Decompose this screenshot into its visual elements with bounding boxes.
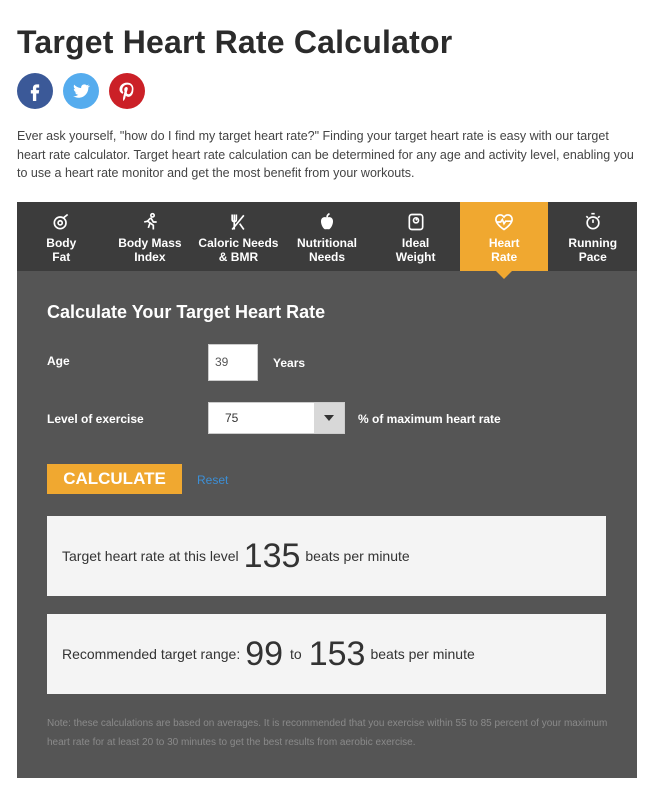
tab-label-line2: Weight [395, 250, 436, 264]
runner-icon [139, 211, 161, 233]
fork-knife-icon [227, 211, 249, 233]
calculator-tabs: Body Fat Body Mass Index Caloric Needs &… [17, 202, 637, 279]
disclaimer-note: Note: these calculations are based on av… [47, 718, 608, 748]
tab-label-line2: & BMR [218, 250, 259, 264]
form-heading: Calculate Your Target Heart Rate [47, 302, 326, 322]
target-range-high: 153 [308, 634, 366, 673]
pinterest-icon [119, 82, 134, 101]
tab-label-line1: Running [568, 236, 618, 250]
tab-label-line1: Ideal [401, 236, 430, 250]
tab-running-pace[interactable]: Running Pace [548, 202, 637, 271]
exercise-level-label: Level of exercise [47, 412, 144, 426]
tab-label-line1: Nutritional [297, 236, 358, 250]
social-share-bar [17, 73, 145, 109]
tab-label-line2: Rate [491, 250, 518, 264]
stopwatch-icon [582, 211, 604, 233]
twitter-icon [73, 84, 91, 98]
target-rate-result: Target heart rate at this level 135 beat… [47, 516, 606, 596]
target-rate-suffix: beats per minute [305, 548, 410, 564]
exercise-level-select[interactable]: 75 [208, 402, 345, 434]
tape-measure-icon [50, 211, 72, 233]
tab-label-line1: Heart [488, 236, 520, 250]
twitter-share-button[interactable] [63, 73, 99, 109]
target-range-result: Recommended target range: 99 to 153 beat… [47, 614, 606, 694]
tab-body-fat[interactable]: Body Fat [17, 202, 106, 271]
tab-ideal-weight[interactable]: Ideal Weight [371, 202, 460, 271]
target-range-suffix: beats per minute [370, 646, 475, 662]
calculator-widget: Body Fat Body Mass Index Caloric Needs &… [17, 202, 637, 778]
pinterest-share-button[interactable] [109, 73, 145, 109]
tab-label-line2: Needs [309, 250, 346, 264]
target-rate-value: 135 [243, 536, 301, 575]
tab-body-mass-index[interactable]: Body Mass Index [106, 202, 195, 271]
exercise-level-unit: % of maximum heart rate [358, 412, 501, 426]
tab-nutritional-needs[interactable]: Nutritional Needs [283, 202, 372, 271]
tab-label-line1: Body [46, 236, 77, 250]
target-range-to: to [290, 646, 302, 662]
tab-label-line2: Fat [52, 250, 71, 264]
apple-icon [316, 211, 338, 233]
age-label: Age [47, 354, 70, 368]
age-input[interactable]: 39 [208, 344, 258, 381]
reset-link[interactable]: Reset [197, 473, 228, 487]
exercise-level-value: 75 [225, 411, 239, 425]
facebook-share-button[interactable] [17, 73, 53, 109]
target-range-prefix: Recommended target range: [62, 646, 241, 662]
tab-label-line1: Body Mass [118, 236, 182, 250]
scale-icon [405, 211, 427, 233]
intro-paragraph: Ever ask yourself, "how do I find my tar… [17, 129, 634, 180]
tab-caloric-needs[interactable]: Caloric Needs & BMR [194, 202, 283, 271]
tab-heart-rate[interactable]: Heart Rate [459, 202, 549, 279]
page-title: Target Heart Rate Calculator [17, 24, 453, 60]
target-range-low: 99 [245, 634, 284, 673]
calculate-button[interactable]: CALCULATE [47, 464, 182, 494]
tab-label-line1: Caloric Needs [198, 236, 279, 250]
heart-pulse-icon [493, 211, 515, 233]
chevron-down-icon[interactable] [314, 403, 344, 433]
tab-label-line2: Index [134, 250, 166, 264]
tab-label-line2: Pace [578, 250, 607, 264]
facebook-icon [30, 84, 40, 101]
target-rate-prefix: Target heart rate at this level [62, 548, 239, 564]
age-unit: Years [273, 356, 306, 370]
